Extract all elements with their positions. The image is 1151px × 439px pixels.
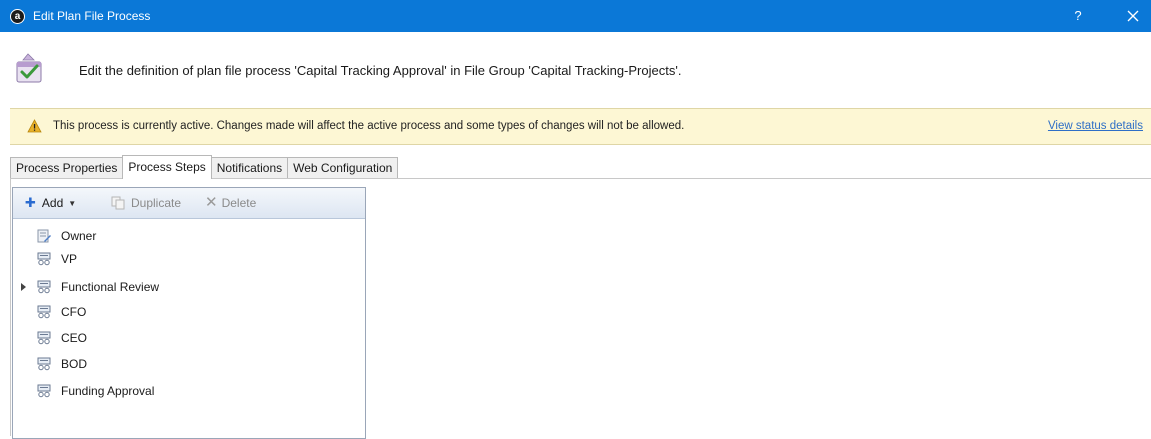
tree-item-functional-review[interactable]: Functional Review	[13, 277, 365, 297]
delete-icon: ✕	[205, 194, 218, 211]
tree-item-label: CFO	[61, 305, 87, 319]
tab-process-steps[interactable]: Process Steps	[122, 155, 212, 179]
tree-item-cfo[interactable]: CFO	[13, 302, 365, 322]
delete-button[interactable]: ✕ Delete	[205, 194, 257, 211]
plus-icon: ✚	[25, 195, 36, 210]
tree-item-label: CEO	[61, 331, 88, 345]
chevron-down-icon: ▼	[68, 198, 77, 208]
tab-web-configuration[interactable]: Web Configuration	[287, 157, 399, 179]
add-label: Add	[41, 196, 64, 210]
duplicate-label: Duplicate	[131, 196, 182, 210]
view-status-details-link[interactable]: View status details	[1048, 120, 1143, 132]
app-logo-icon: a	[10, 9, 25, 24]
tab-content-border	[10, 178, 11, 436]
tree-item-owner[interactable]: Owner	[13, 226, 365, 246]
tree-item-ceo[interactable]: CEO	[13, 328, 365, 348]
owner-icon	[37, 229, 51, 243]
step-icon	[37, 384, 51, 398]
edit-process-icon	[16, 53, 42, 83]
tree-item-label: Funding Approval	[61, 384, 155, 398]
tree-item-label: Functional Review	[61, 280, 160, 294]
tree-item-label: VP	[61, 252, 78, 266]
step-icon	[37, 305, 51, 319]
status-banner: This process is currently active. Change…	[10, 108, 1151, 145]
delete-label: Delete	[221, 196, 257, 210]
step-icon	[37, 331, 51, 345]
tree-item-vp[interactable]: VP	[13, 249, 365, 269]
tab-process-properties[interactable]: Process Properties	[10, 157, 124, 179]
page-description: Edit the definition of plan file process…	[79, 63, 682, 78]
tree-item-funding-approval[interactable]: Funding Approval	[13, 381, 365, 401]
tree-item-bod[interactable]: BOD	[13, 354, 365, 374]
tree-item-label: Owner	[61, 229, 97, 243]
step-icon	[37, 252, 51, 266]
tab-strip: Process Properties Process Steps Notific…	[10, 155, 399, 179]
tree-item-label: BOD	[61, 357, 88, 371]
close-button[interactable]	[1120, 6, 1146, 26]
add-button[interactable]: ✚ Add ▼	[25, 196, 76, 210]
steps-toolbar: ✚ Add ▼ Duplicate ✕ Delete	[13, 188, 365, 219]
help-button[interactable]: ?	[1065, 6, 1091, 26]
close-icon	[1127, 10, 1139, 22]
duplicate-button[interactable]: Duplicate	[111, 196, 181, 210]
title-bar: a Edit Plan File Process ?	[0, 0, 1151, 32]
banner-message: This process is currently active. Change…	[53, 120, 685, 132]
step-icon	[37, 280, 51, 294]
step-icon	[37, 357, 51, 371]
window-title: Edit Plan File Process	[33, 9, 151, 23]
duplicate-icon	[111, 196, 125, 210]
tab-notifications[interactable]: Notifications	[210, 157, 289, 179]
process-steps-panel: ✚ Add ▼ Duplicate ✕ Delete Owner VP Func…	[12, 187, 366, 439]
warning-icon	[27, 119, 42, 133]
expand-arrow-icon[interactable]	[21, 283, 26, 291]
